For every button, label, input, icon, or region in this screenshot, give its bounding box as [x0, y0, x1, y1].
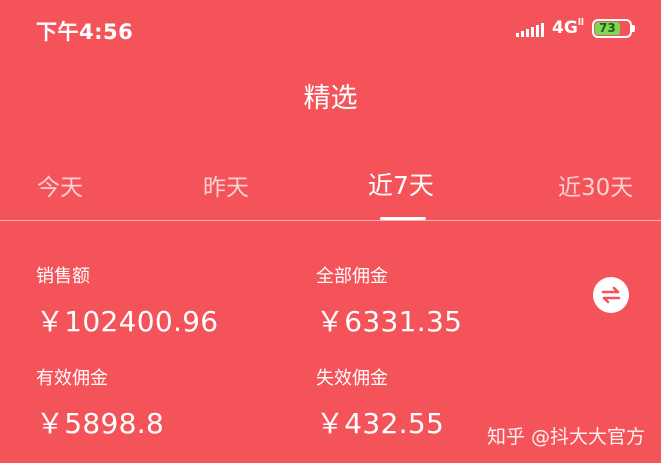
metric-sales-value: ￥102400.96	[36, 305, 219, 338]
tab-last-7-days[interactable]: 近7天	[368, 166, 434, 202]
swap-button[interactable]	[593, 277, 629, 313]
tab-last-30-days[interactable]: 近30天	[558, 168, 633, 202]
swap-arrows-icon	[601, 286, 621, 304]
metric-invalid-commission-value: ￥432.55	[316, 407, 445, 440]
tab-today[interactable]: 今天	[37, 168, 83, 202]
date-range-tabs: 今天 昨天 近7天 近30天	[0, 160, 661, 220]
battery-level: 73	[595, 21, 620, 35]
metric-valid-commission: 有效佣金 ￥5898.8	[36, 364, 164, 442]
metric-sales-label: 销售额	[36, 266, 90, 287]
metric-invalid-commission: 失效佣金 ￥432.55	[316, 364, 444, 442]
metric-sales: 销售额 ￥102400.96	[36, 262, 218, 340]
metric-total-commission: 全部佣金 ￥6331.35	[316, 262, 462, 340]
status-indicators: 4Gll 73	[516, 18, 635, 38]
page-title: 精选	[303, 83, 358, 114]
metric-total-commission-label: 全部佣金	[316, 266, 388, 287]
status-time: 下午4:56	[36, 20, 134, 44]
signal-strength-icon	[516, 19, 545, 37]
watermark: 知乎 @抖大大官方	[486, 426, 645, 448]
battery-icon: 73	[592, 18, 635, 38]
metric-valid-commission-label: 有效佣金	[36, 368, 108, 389]
metric-valid-commission-value: ￥5898.8	[36, 407, 165, 440]
metric-total-commission-value: ￥6331.35	[316, 305, 463, 338]
tabs-divider	[0, 220, 661, 221]
tab-yesterday[interactable]: 昨天	[203, 168, 249, 202]
metric-invalid-commission-label: 失效佣金	[316, 368, 388, 389]
status-bar: 下午4:56 4Gll 73	[0, 0, 661, 58]
network-sub-label: ll	[577, 18, 584, 28]
network-type: 4Gll	[552, 18, 584, 38]
